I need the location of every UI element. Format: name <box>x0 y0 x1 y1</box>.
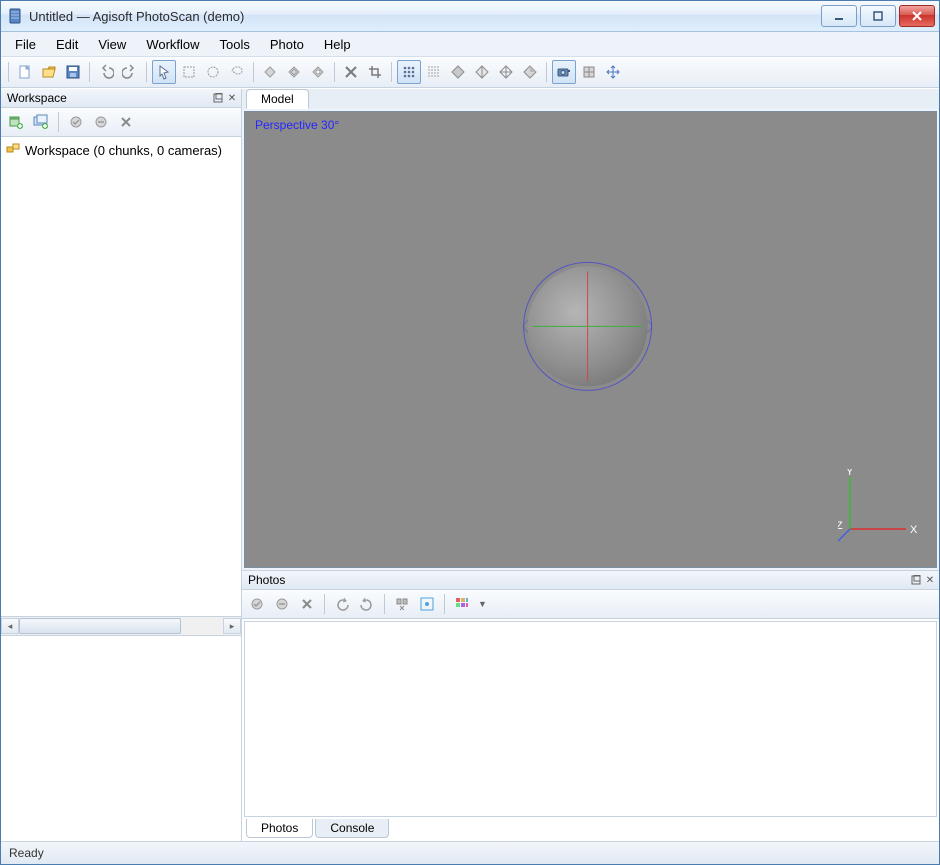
filter-by-point-button[interactable] <box>416 593 438 615</box>
scroll-right-button[interactable]: ▸ <box>223 618 241 634</box>
menu-edit[interactable]: Edit <box>46 34 88 55</box>
workspace-toolbar <box>1 108 241 137</box>
axis-z-label: Z <box>838 520 843 532</box>
add-chunk-button[interactable] <box>5 111 27 133</box>
photos-undock-button[interactable] <box>909 573 923 587</box>
resize-region-button[interactable] <box>283 61 305 83</box>
bottom-tabstrip: Photos Console <box>242 819 939 841</box>
workspace-hscrollbar[interactable]: ◂ ▸ <box>1 616 241 635</box>
workspace-undock-button[interactable] <box>211 91 225 105</box>
open-button[interactable] <box>38 61 60 83</box>
workspace-root-icon <box>5 141 21 160</box>
trackball-gizmo <box>502 241 672 411</box>
remove-items-button[interactable] <box>115 111 137 133</box>
reset-view-button[interactable] <box>602 61 624 83</box>
workspace-panel-header: Workspace ✕ <box>1 89 241 108</box>
bottom-tab-photos[interactable]: Photos <box>246 819 313 838</box>
reset-filter-button[interactable] <box>391 593 413 615</box>
new-button[interactable] <box>14 61 36 83</box>
viewport-mode-label: Perspective 30° <box>255 118 339 132</box>
app-icon <box>7 8 23 24</box>
rotate-cw-button[interactable] <box>356 593 378 615</box>
freeform-select-tool[interactable] <box>226 61 248 83</box>
add-photos-button[interactable] <box>30 111 52 133</box>
axis-gizmo: X Y Z <box>838 469 918 549</box>
model-viewport[interactable]: Perspective 30° X Y Z <box>244 111 937 568</box>
point-cloud-view-button[interactable] <box>397 60 421 84</box>
minimize-button[interactable] <box>821 5 857 27</box>
menu-photo[interactable]: Photo <box>260 34 314 55</box>
wireframe-view-button[interactable] <box>495 61 517 83</box>
bottom-tab-console[interactable]: Console <box>315 819 389 838</box>
main-toolbar <box>1 57 939 88</box>
scroll-left-button[interactable]: ◂ <box>1 618 19 634</box>
model-tabstrip: Model <box>242 89 939 109</box>
solid-view-button[interactable] <box>471 61 493 83</box>
workspace-title: Workspace <box>7 91 67 105</box>
maximize-button[interactable] <box>860 5 896 27</box>
titlebar: Untitled — Agisoft PhotoScan (demo) <box>1 1 939 32</box>
menubar: File Edit View Workflow Tools Photo Help <box>1 32 939 57</box>
photos-close-button[interactable]: ✕ <box>923 573 937 587</box>
workspace-root-node[interactable]: Workspace (0 chunks, 0 cameras) <box>5 139 237 162</box>
enable-cameras-button[interactable] <box>65 111 87 133</box>
save-button[interactable] <box>62 61 84 83</box>
navigate-tool[interactable] <box>152 60 176 84</box>
menu-workflow[interactable]: Workflow <box>136 34 209 55</box>
tab-model[interactable]: Model <box>246 89 309 109</box>
redo-button[interactable] <box>119 61 141 83</box>
shaded-view-button[interactable] <box>447 61 469 83</box>
rotate-ccw-button[interactable] <box>331 593 353 615</box>
photos-disable-button[interactable] <box>271 593 293 615</box>
photos-area[interactable] <box>244 621 937 817</box>
menu-tools[interactable]: Tools <box>210 34 260 55</box>
rect-select-tool[interactable] <box>178 61 200 83</box>
move-region-button[interactable] <box>259 61 281 83</box>
left-aux-pane <box>1 635 241 841</box>
disable-cameras-button[interactable] <box>90 111 112 133</box>
circle-select-tool[interactable] <box>202 61 224 83</box>
crop-button[interactable] <box>364 61 386 83</box>
photos-title: Photos <box>248 573 285 587</box>
close-button[interactable] <box>899 5 935 27</box>
photos-remove-button[interactable] <box>296 593 318 615</box>
dense-cloud-view-button[interactable] <box>423 61 445 83</box>
workspace-close-button[interactable]: ✕ <box>225 91 239 105</box>
statusbar: Ready <box>1 841 939 864</box>
rotate-region-button[interactable] <box>307 61 329 83</box>
delete-button[interactable] <box>340 61 362 83</box>
axis-y-label: Y <box>846 469 854 478</box>
status-text: Ready <box>9 846 44 860</box>
photos-panel-header: Photos ✕ <box>242 571 939 590</box>
textured-view-button[interactable] <box>519 61 541 83</box>
window-title: Untitled — Agisoft PhotoScan (demo) <box>29 9 821 24</box>
show-cameras-button[interactable] <box>552 60 576 84</box>
menu-file[interactable]: File <box>5 34 46 55</box>
menu-help[interactable]: Help <box>314 34 361 55</box>
show-markers-button[interactable] <box>578 61 600 83</box>
axis-x-label: X <box>910 524 918 536</box>
photos-toolbar: ▼ <box>242 590 939 619</box>
workspace-tree[interactable]: Workspace (0 chunks, 0 cameras) <box>1 137 241 616</box>
view-mode-button[interactable] <box>451 593 473 615</box>
photos-enable-button[interactable] <box>246 593 268 615</box>
undo-button[interactable] <box>95 61 117 83</box>
view-mode-dropdown[interactable]: ▼ <box>478 599 487 609</box>
scroll-thumb[interactable] <box>19 618 181 634</box>
workspace-root-label: Workspace (0 chunks, 0 cameras) <box>25 143 222 158</box>
menu-view[interactable]: View <box>88 34 136 55</box>
